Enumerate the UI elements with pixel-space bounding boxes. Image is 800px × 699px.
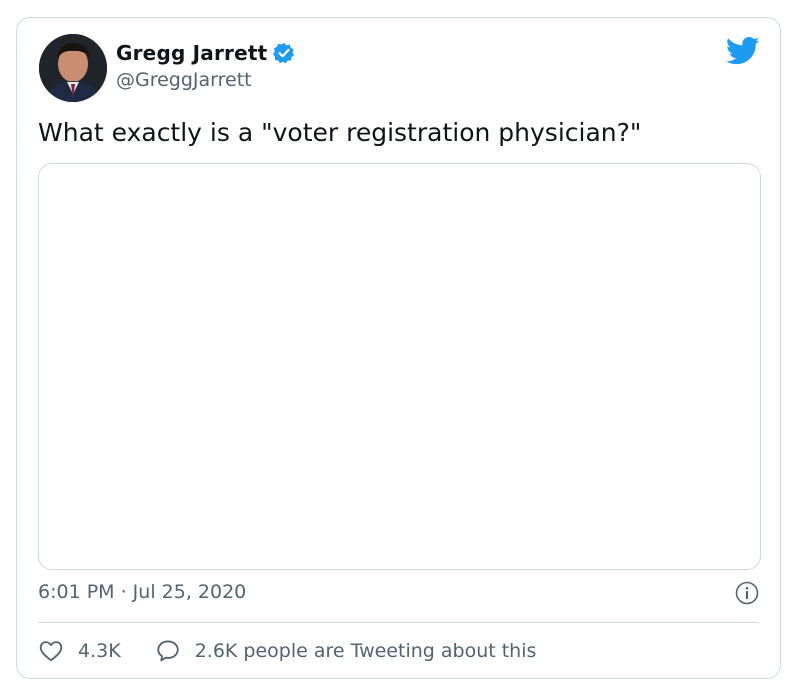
like-count: 4.3K — [78, 640, 121, 662]
avatar[interactable] — [39, 34, 107, 102]
author-name[interactable]: Gregg Jarrett — [116, 41, 267, 65]
speech-bubble-icon — [157, 640, 179, 662]
divider — [38, 622, 759, 623]
media-placeholder[interactable] — [38, 163, 761, 570]
tweet-card[interactable]: Gregg Jarrett @GreggJarrett What exactly… — [16, 17, 781, 679]
author-handle[interactable]: @GreggJarrett — [116, 69, 252, 91]
verified-badge-icon — [273, 42, 295, 64]
tweet-text: What exactly is a "voter registration ph… — [38, 118, 642, 147]
tweet-timestamp[interactable]: 6:01 PM · Jul 25, 2020 — [38, 581, 246, 603]
author-row: Gregg Jarrett — [116, 41, 295, 65]
like-button[interactable]: 4.3K — [38, 638, 121, 664]
discussion-link[interactable]: 2.6K people are Tweeting about this — [155, 638, 537, 664]
heart-icon — [39, 641, 63, 662]
action-bar: 4.3K 2.6K people are Tweeting about this — [38, 638, 536, 664]
info-icon[interactable] — [735, 581, 759, 605]
twitter-bird-icon[interactable] — [725, 36, 760, 66]
discussion-text: 2.6K people are Tweeting about this — [194, 640, 537, 662]
